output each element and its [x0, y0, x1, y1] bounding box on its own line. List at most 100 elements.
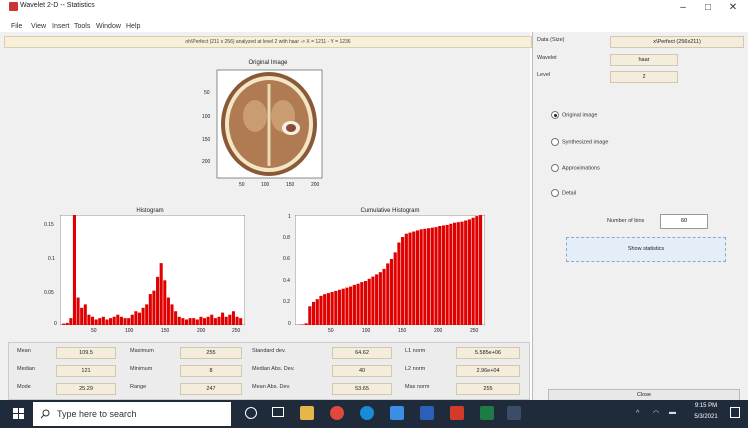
- menu-insert[interactable]: Insert: [52, 23, 70, 30]
- histogram-bar: [127, 318, 131, 325]
- histogram-bar: [460, 221, 464, 325]
- histogram-bar: [464, 220, 468, 325]
- radio-label: Approximations: [562, 165, 600, 172]
- hist-xtick: 50: [91, 328, 97, 334]
- clock-time[interactable]: 9:15 PM: [690, 403, 722, 409]
- histogram-bar: [174, 311, 178, 325]
- img-xtick: 150: [286, 182, 295, 188]
- stat-value-max-norm: 255: [456, 383, 520, 395]
- file-explorer-icon[interactable]: [300, 406, 314, 420]
- show-statistics-button[interactable]: Show statistics: [566, 237, 726, 262]
- hist-xtick: 200: [197, 328, 206, 334]
- stat-label-max-norm: Max norm: [405, 384, 430, 390]
- menu-file[interactable]: File: [11, 23, 22, 30]
- tray-chevron-icon[interactable]: ^: [636, 410, 639, 417]
- histogram-bar: [235, 316, 239, 325]
- img-ytick: 50: [204, 90, 210, 96]
- histogram-bar: [393, 252, 397, 325]
- histogram-chart: [60, 215, 245, 325]
- histogram-bar: [326, 293, 330, 325]
- radio-synthesized-image[interactable]: Synthesized image: [551, 138, 608, 146]
- stat-value-range: 247: [180, 383, 242, 395]
- menu-help[interactable]: Help: [126, 23, 140, 30]
- chrome-icon[interactable]: [330, 406, 344, 420]
- menu-view[interactable]: View: [31, 23, 46, 30]
- histogram-bar: [109, 318, 113, 325]
- bins-input[interactable]: 60: [660, 214, 708, 229]
- matlab-taskbar-icon[interactable]: [507, 406, 521, 420]
- search-placeholder: Type here to search: [57, 409, 137, 419]
- battery-icon[interactable]: ▬: [669, 409, 676, 416]
- stat-label-std: Standard dev.: [252, 348, 286, 354]
- task-view-icon[interactable]: [272, 407, 284, 417]
- word-icon[interactable]: [420, 406, 434, 420]
- radio-selected-icon: [551, 111, 559, 119]
- network-icon[interactable]: ◠: [653, 409, 659, 417]
- radio-detail[interactable]: Detail: [551, 189, 576, 197]
- img-xtick: 200: [311, 182, 320, 188]
- histogram-bar: [130, 314, 134, 325]
- menu-tools[interactable]: Tools: [74, 23, 90, 30]
- histogram-bar: [382, 268, 386, 325]
- histogram-bar: [445, 224, 449, 325]
- edge-icon[interactable]: [360, 406, 374, 420]
- hist-ytick: 0.05: [44, 290, 54, 296]
- stat-label-minimum: Minimum: [130, 366, 153, 372]
- cortana-icon[interactable]: [245, 407, 257, 419]
- histogram-bar: [213, 318, 217, 325]
- stat-label-l1-norm: L1 norm: [405, 348, 426, 354]
- minimize-button[interactable]: –: [676, 2, 690, 14]
- original-image-axes: [216, 69, 323, 179]
- notification-icon[interactable]: [730, 407, 740, 418]
- cum-xtick: 200: [434, 328, 443, 334]
- radio-original-image[interactable]: Original image: [551, 111, 597, 119]
- level-value: 2: [610, 71, 678, 83]
- histogram-bar: [83, 304, 87, 325]
- stat-value-l2-norm: 2.96e+04: [456, 365, 520, 377]
- histogram-bar: [152, 290, 156, 325]
- stat-label-median: Median: [17, 366, 36, 372]
- histogram-bar: [315, 299, 319, 325]
- windows-start-icon[interactable]: [13, 408, 24, 419]
- menu-bar: File View Insert Tools Window Help: [0, 14, 748, 32]
- histogram-bar: [141, 307, 145, 325]
- clock-date[interactable]: 5/3/2021: [690, 414, 722, 420]
- histogram-bar: [177, 316, 181, 325]
- data-size-value: x\Perfect (256x211): [610, 36, 744, 48]
- histogram-bar: [389, 259, 394, 325]
- bins-label: Number of bins: [607, 218, 645, 224]
- acrobat-icon[interactable]: [450, 406, 464, 420]
- histogram-bar: [375, 274, 379, 325]
- radio-approximations[interactable]: Approximations: [551, 164, 600, 172]
- close-window-button[interactable]: ✕: [726, 2, 740, 14]
- hist-xtick: 100: [125, 328, 134, 334]
- stat-value-maximum: 255: [180, 347, 242, 359]
- histogram-bar: [119, 316, 123, 325]
- level-label: Level: [537, 72, 551, 78]
- wavelet-label: Wavelet: [537, 55, 557, 61]
- stat-label-mode: Mode: [17, 384, 31, 390]
- hist-xtick: 150: [161, 328, 170, 334]
- control-panel: [532, 32, 748, 400]
- store-icon[interactable]: [390, 406, 404, 420]
- histogram-bar: [300, 324, 304, 325]
- histogram-bar: [478, 215, 483, 325]
- histogram-bar: [163, 280, 167, 325]
- histogram-bar: [456, 222, 460, 325]
- excel-icon[interactable]: [480, 406, 494, 420]
- histogram-bar: [404, 233, 408, 325]
- histogram-bar: [441, 225, 446, 325]
- histogram-bar: [449, 223, 453, 325]
- radio-icon: [551, 189, 559, 197]
- histogram-bar: [349, 286, 353, 325]
- histogram-bar: [438, 226, 442, 325]
- histogram-bar: [356, 283, 360, 325]
- histogram-bar: [94, 319, 98, 325]
- menu-window[interactable]: Window: [96, 23, 121, 30]
- cumulative-title: Cumulative Histogram: [360, 208, 420, 214]
- maximize-button[interactable]: □: [701, 2, 715, 14]
- stat-value-mean: 109.5: [56, 347, 116, 359]
- stat-value-median: 121: [56, 365, 116, 377]
- cum-ytick: 0: [288, 321, 291, 327]
- histogram-bar: [123, 318, 127, 325]
